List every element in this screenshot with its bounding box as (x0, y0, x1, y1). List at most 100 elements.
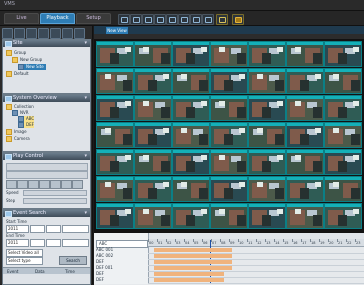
camera-tile[interactable] (96, 95, 134, 121)
camera-tile[interactable] (96, 68, 134, 94)
camera-tile[interactable] (210, 68, 248, 94)
camera-tile[interactable] (324, 41, 362, 67)
camera-tile[interactable] (210, 149, 248, 175)
camera-tile[interactable] (286, 176, 324, 202)
select-type-dropdown[interactable]: Select type (6, 257, 43, 265)
device-panel-header[interactable]: Site ▾ (3, 40, 90, 47)
camera-tile[interactable] (248, 41, 286, 67)
layout-9-button[interactable] (142, 14, 154, 25)
camera-tile[interactable] (324, 95, 362, 121)
camera-tile[interactable] (286, 149, 324, 175)
end-month-input[interactable] (30, 239, 45, 247)
camera-tile[interactable] (172, 176, 210, 202)
sidebar-tool-7[interactable] (74, 28, 85, 39)
camera-tile[interactable] (210, 95, 248, 121)
camera-tile[interactable] (134, 203, 172, 229)
layout-64-button[interactable] (202, 14, 214, 25)
start-day-input[interactable] (46, 225, 61, 233)
select-video-dropdown[interactable]: Select Video all (6, 249, 43, 257)
tree-item-camera[interactable]: Camera (6, 136, 30, 142)
event-search-header[interactable]: Event Search ▾ (3, 210, 90, 217)
camera-tile[interactable] (134, 68, 172, 94)
camera-tile[interactable] (248, 149, 286, 175)
camera-tile[interactable] (324, 203, 362, 229)
layout-36-button[interactable] (178, 14, 190, 25)
camera-tile[interactable] (248, 203, 286, 229)
camera-tile[interactable] (210, 203, 248, 229)
recording-segment[interactable] (154, 260, 232, 264)
camera-tile[interactable] (134, 41, 172, 67)
tab-setup[interactable]: Setup (76, 13, 111, 24)
pause-button[interactable] (28, 180, 39, 189)
timeline-row[interactable] (148, 278, 364, 284)
camera-tile[interactable] (96, 203, 134, 229)
camera-tile[interactable] (324, 176, 362, 202)
step-forward-button[interactable] (50, 180, 61, 189)
layout-49-button[interactable] (190, 14, 202, 25)
timeline-channel-label[interactable]: DEF (96, 277, 104, 282)
play-control-header[interactable]: Play Control ▾ (3, 153, 90, 160)
camera-tile[interactable] (248, 68, 286, 94)
sidebar-tool-6[interactable] (62, 28, 73, 39)
tree-item-new-group[interactable]: New Group (12, 57, 42, 63)
timeline-channel-label[interactable]: DEF (96, 271, 104, 276)
camera-tile[interactable] (286, 41, 324, 67)
camera-tile[interactable] (96, 176, 134, 202)
tree-item-image[interactable]: Image (6, 129, 27, 135)
folder-button[interactable] (232, 14, 244, 25)
system-overview-header[interactable]: System Overview ▾ (3, 95, 90, 102)
step-slider[interactable] (23, 198, 87, 204)
camera-tile[interactable] (172, 41, 210, 67)
tab-playback[interactable]: Playback (40, 13, 75, 24)
camera-tile[interactable] (134, 176, 172, 202)
recording-segment[interactable] (154, 266, 232, 270)
camera-tile[interactable] (210, 41, 248, 67)
end-hour-input[interactable] (62, 239, 89, 247)
camera-tile[interactable] (286, 203, 324, 229)
camera-tile[interactable] (172, 68, 210, 94)
end-day-input[interactable] (46, 239, 61, 247)
sidebar-tool-5[interactable] (50, 28, 61, 39)
sidebar-tool-3[interactable] (26, 28, 37, 39)
camera-tile[interactable] (96, 149, 134, 175)
camera-tile[interactable] (134, 95, 172, 121)
camera-tile[interactable] (210, 122, 248, 148)
recording-segment[interactable] (154, 278, 224, 282)
tree-item-group[interactable]: Group (6, 50, 26, 56)
timeline-channel-label[interactable]: DEF (96, 259, 104, 264)
camera-tile[interactable] (248, 95, 286, 121)
camera-tile[interactable] (96, 41, 134, 67)
layout-16-button[interactable] (154, 14, 166, 25)
rewind-button[interactable] (6, 180, 17, 189)
camera-tile[interactable] (324, 149, 362, 175)
stop-button[interactable] (72, 180, 83, 189)
tab-live[interactable]: Live (4, 13, 39, 24)
sidebar-tool-2[interactable] (14, 28, 25, 39)
camera-tile[interactable] (134, 122, 172, 148)
tree-item-new-site[interactable]: New Site (18, 64, 46, 70)
camera-tile[interactable] (324, 68, 362, 94)
start-hour-input[interactable] (62, 225, 89, 233)
sidebar-tool-1[interactable] (2, 28, 13, 39)
camera-tile[interactable] (286, 95, 324, 121)
layout-25-button[interactable] (166, 14, 178, 25)
camera-tile[interactable] (172, 203, 210, 229)
step-back-button[interactable] (17, 180, 28, 189)
recording-segment[interactable] (154, 254, 232, 258)
search-button[interactable]: Search (59, 256, 87, 265)
view-tab[interactable]: New View (106, 27, 128, 34)
timeline-channel-label[interactable]: DEF 001 (96, 265, 113, 270)
end-date-input[interactable]: 2011 (6, 239, 29, 247)
camera-tile[interactable] (172, 122, 210, 148)
camera-tile[interactable] (248, 176, 286, 202)
timeline-channel-label[interactable]: ABC 001 (96, 247, 113, 252)
tree-item-default[interactable]: Default (6, 71, 29, 77)
recording-segment[interactable] (154, 272, 224, 276)
recording-segment[interactable] (154, 248, 232, 252)
timeline-channel-label[interactable]: ABC 002 (96, 253, 113, 258)
camera-tile[interactable] (96, 122, 134, 148)
camera-tile[interactable] (286, 68, 324, 94)
camera-tile[interactable] (134, 149, 172, 175)
fast-forward-button[interactable] (61, 180, 72, 189)
camera-tile[interactable] (324, 122, 362, 148)
